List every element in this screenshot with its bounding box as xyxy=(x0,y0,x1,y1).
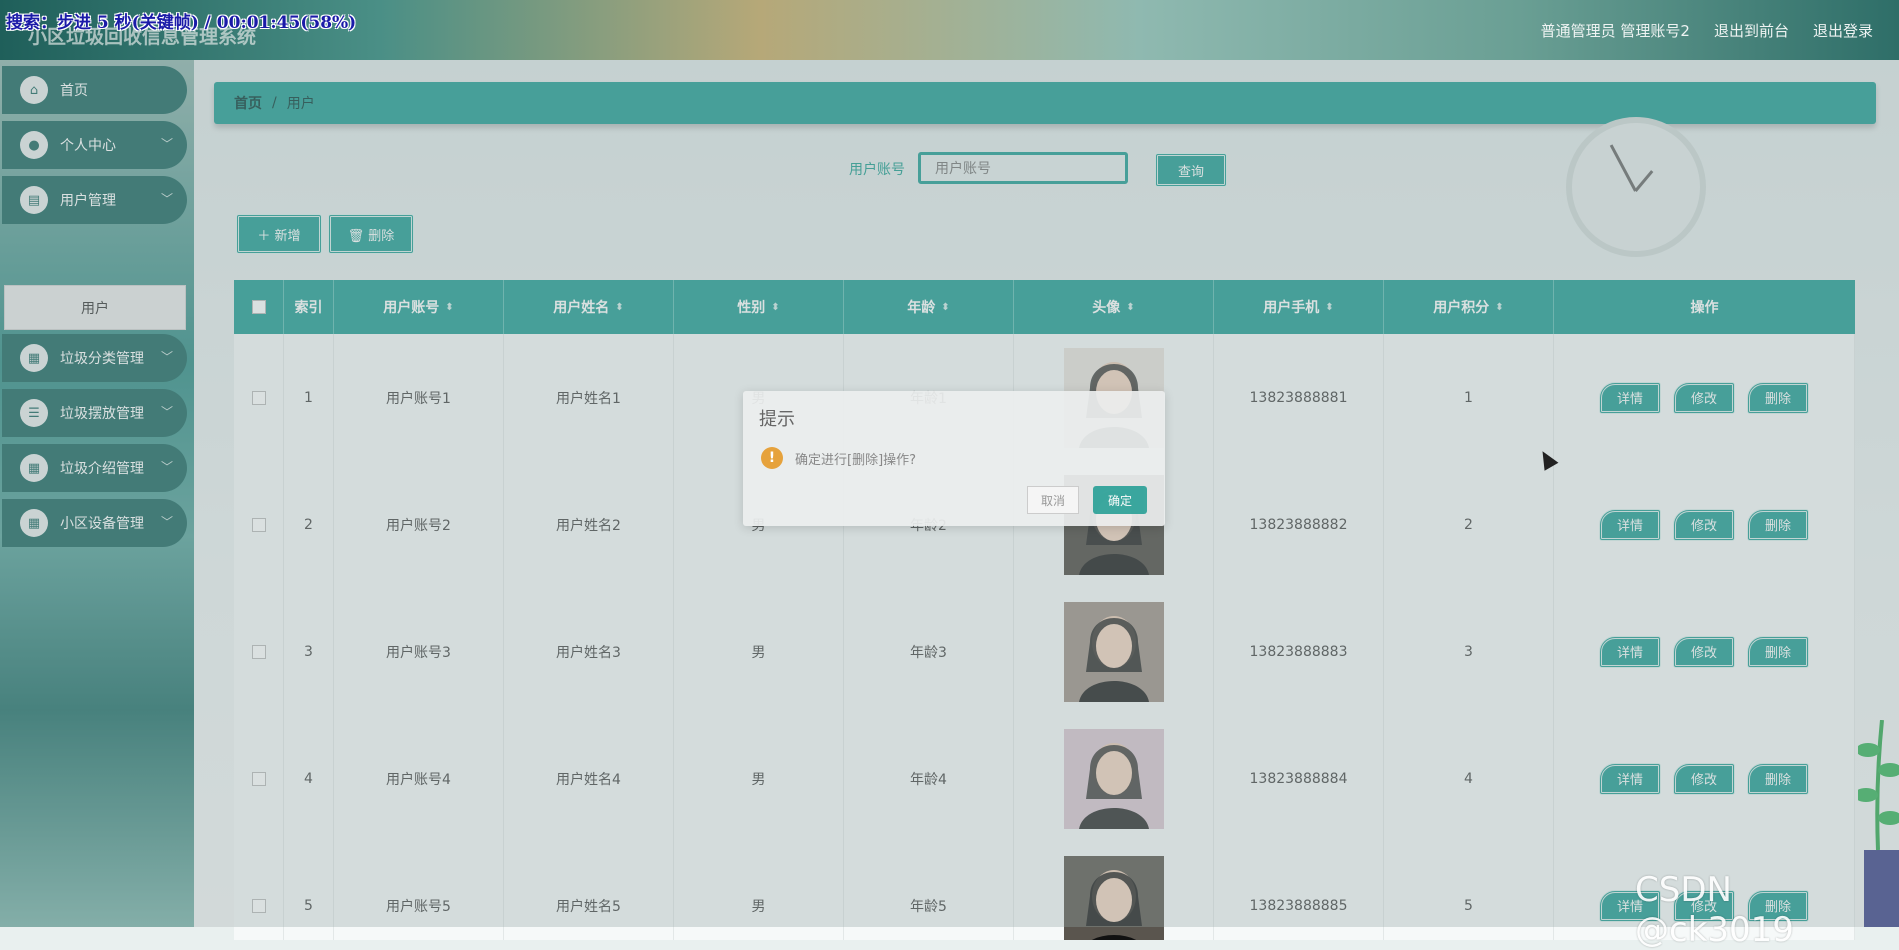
current-user-label: 普通管理员 管理账号2 xyxy=(1540,22,1690,40)
warning-icon: ! xyxy=(761,447,783,469)
back-to-frontend-link[interactable]: 退出到前台 xyxy=(1714,20,1789,41)
logout-link[interactable]: 退出登录 xyxy=(1813,20,1873,41)
top-links: 普通管理员 管理账号2 退出到前台 退出登录 xyxy=(1541,20,1873,41)
confirm-dialog: 提示 ! 确定进行[删除]操作? 取消 确定 xyxy=(743,391,1165,526)
video-seek-caption: 搜索：步进 5 秒(关键帧) / 00:01:45(58%) xyxy=(6,13,357,33)
dialog-cancel-button[interactable]: 取消 xyxy=(1027,486,1079,514)
dialog-confirm-button[interactable]: 确定 xyxy=(1093,486,1147,514)
watermark: CSDN @ck3019 xyxy=(1635,870,1794,950)
dialog-message: 确定进行[删除]操作? xyxy=(795,453,917,468)
dialog-title: 提示 xyxy=(759,409,795,430)
